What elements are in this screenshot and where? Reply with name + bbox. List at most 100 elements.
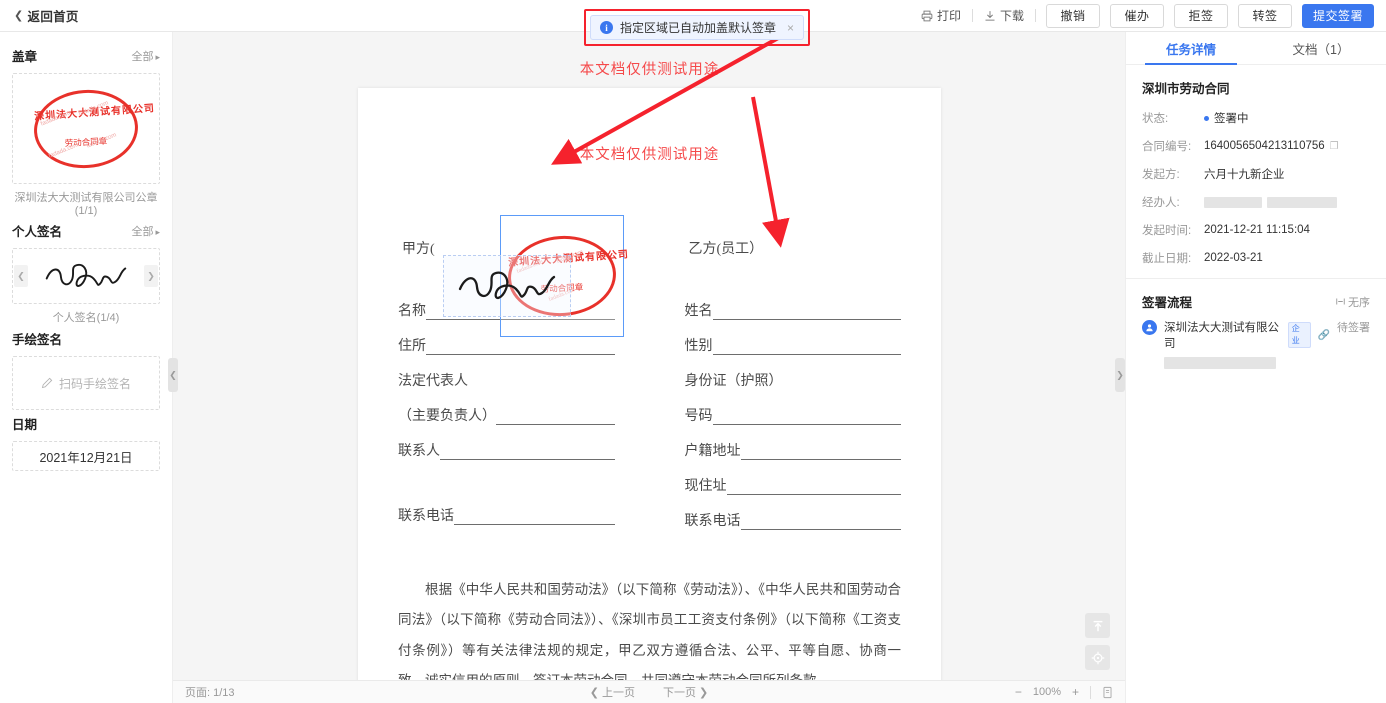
detail-initiator-key: 发起方: bbox=[1142, 169, 1180, 181]
status-badge: 签署中 bbox=[1214, 113, 1249, 125]
field-line-household[interactable] bbox=[740, 447, 901, 460]
detail-handler-key: 经办人: bbox=[1142, 197, 1180, 209]
field-line-address[interactable] bbox=[426, 342, 615, 355]
sidebar-collapse-handle[interactable]: ❮ bbox=[168, 358, 178, 392]
signer-type-tag: 企业 bbox=[1287, 322, 1311, 348]
field-label-phone: 联系电话 bbox=[398, 509, 454, 524]
submit-sign-button[interactable]: 提交签署 bbox=[1302, 3, 1374, 28]
info-icon: i bbox=[600, 21, 613, 34]
sign-flow-main: 深圳法大大测试有限公司 企业 🔗 bbox=[1164, 319, 1330, 369]
field-label-b-phone: 联系电话 bbox=[684, 514, 741, 529]
field-party-a-address: 住所 bbox=[398, 335, 615, 355]
field-party-a-phone: 联系电话 bbox=[398, 505, 615, 525]
field-label-contact: 联系人 bbox=[398, 444, 440, 459]
sign-flow-row: 深圳法大大测试有限公司 企业 🔗 待签署 bbox=[1126, 319, 1386, 369]
scan-to-handwrite-card[interactable]: 扫码手绘签名 bbox=[12, 356, 160, 410]
party-columns: 甲方( 深圳法大大测试有限公司 劳动合同章 fadada.com fadada.… bbox=[398, 215, 901, 545]
prev-page-label: 上一页 bbox=[602, 687, 635, 699]
field-line-id-number[interactable] bbox=[712, 412, 901, 425]
urge-button[interactable]: 催办 bbox=[1110, 3, 1164, 28]
right-panel-collapse-handle[interactable]: ❯ bbox=[1115, 358, 1125, 392]
zoom-out-button[interactable]: − bbox=[1015, 685, 1022, 699]
field-party-b-current-address: 现住址 bbox=[684, 475, 901, 495]
download-button[interactable]: 下载 bbox=[973, 7, 1035, 24]
field-label-gender: 性别 bbox=[684, 339, 713, 354]
next-page-button[interactable]: 下一页 ❯ bbox=[663, 684, 708, 700]
toolbar-divider-2 bbox=[1035, 9, 1036, 22]
detail-status: 状态: 签署中 bbox=[1142, 110, 1370, 126]
link-icon[interactable]: 🔗 bbox=[1318, 330, 1330, 341]
locate-field-button[interactable] bbox=[1085, 645, 1110, 670]
signature-prev-button[interactable]: ❮ bbox=[14, 265, 28, 287]
detail-initiate-time: 发起时间: 2021-12-21 11:15:04 bbox=[1142, 222, 1370, 238]
contract-title: 深圳市劳动合同 bbox=[1142, 82, 1230, 96]
right-panel-tabs: 任务详情 文档（1） bbox=[1126, 32, 1386, 65]
field-line-phone[interactable] bbox=[454, 512, 615, 525]
back-to-home-button[interactable]: ❮ 返回首页 bbox=[14, 6, 79, 25]
field-line-contact[interactable] bbox=[440, 447, 615, 460]
copy-icon[interactable]: ❐ bbox=[1330, 141, 1339, 152]
scroll-to-top-button[interactable] bbox=[1085, 613, 1110, 638]
party-b-label: 乙方(员工） bbox=[688, 242, 764, 257]
document-scroll-area[interactable]: 本文档仅供测试用途 本文档仅供测试用途 甲方( 深圳法大大测试有限公司 劳动合同… bbox=[173, 32, 1125, 680]
tab-task-details[interactable]: 任务详情 bbox=[1126, 32, 1256, 64]
field-line-b-phone[interactable] bbox=[740, 517, 901, 530]
detail-deadline-value: 2022-03-21 bbox=[1204, 252, 1263, 264]
person-icon bbox=[1146, 324, 1153, 332]
field-party-b-phone: 联系电话 bbox=[684, 510, 901, 530]
date-card[interactable]: 2021年12月21日 bbox=[12, 441, 160, 471]
watermark-above-page: 本文档仅供测试用途 bbox=[579, 62, 720, 78]
detail-status-key: 状态: bbox=[1142, 113, 1169, 125]
detail-initiate-time-value: 2021-12-21 11:15:04 bbox=[1204, 224, 1310, 236]
redacted-block-2 bbox=[1267, 196, 1337, 208]
sign-flow-order-label: 无序 bbox=[1348, 296, 1370, 309]
seal-card[interactable]: 深圳法大大测试有限公司 劳动合同章 fadada.com fadada.com … bbox=[12, 73, 160, 184]
field-line-principal[interactable] bbox=[496, 412, 615, 425]
print-button[interactable]: 打印 bbox=[910, 7, 972, 24]
back-to-home-label: 返回首页 bbox=[27, 10, 79, 24]
transfer-sign-button[interactable]: 转签 bbox=[1238, 3, 1292, 28]
right-panel: 任务详情 文档（1） 深圳市劳动合同 状态: 签署中 合同编号: 1640056… bbox=[1125, 32, 1386, 703]
detail-handler: 经办人: bbox=[1142, 194, 1370, 210]
field-line-gender[interactable] bbox=[712, 342, 901, 355]
personal-signature-card[interactable]: ❮ ❯ bbox=[12, 248, 160, 304]
prev-page-button[interactable]: ❮ 上一页 bbox=[590, 684, 635, 700]
close-icon[interactable]: × bbox=[787, 21, 794, 35]
notification-highlight-box: i 指定区域已自动加盖默认签章 × bbox=[584, 9, 811, 46]
field-label-principal: （主要负责人） bbox=[398, 409, 496, 424]
seal-section-all-link[interactable]: 全部 ▸ bbox=[131, 48, 160, 64]
field-label-address: 住所 bbox=[398, 339, 426, 354]
signature-next-button[interactable]: ❯ bbox=[144, 265, 158, 287]
sign-flow-order: 无序 bbox=[1336, 294, 1370, 310]
tab-documents[interactable]: 文档（1） bbox=[1256, 32, 1386, 64]
signer-name: 深圳法大大测试有限公司 bbox=[1164, 322, 1279, 350]
viewer-status-bar: 页面: 1/13 ❮ 上一页 下一页 ❯ − 100% + bbox=[173, 680, 1125, 703]
hand-sign-title: 手绘签名 bbox=[12, 333, 63, 347]
field-line-current-address[interactable] bbox=[726, 482, 901, 495]
reject-sign-button[interactable]: 拒签 bbox=[1174, 3, 1228, 28]
field-party-b-name: 姓名 bbox=[685, 300, 901, 320]
toolbar-actions: 打印 下载 撤销 催办 拒签 转签 提交签署 bbox=[910, 3, 1374, 28]
field-line-b-name[interactable] bbox=[712, 307, 901, 320]
sign-flow-title: 签署流程 bbox=[1142, 296, 1193, 310]
download-label: 下载 bbox=[999, 9, 1024, 23]
personal-sign-all-label: 全部 bbox=[131, 225, 154, 238]
zoom-in-button[interactable]: + bbox=[1072, 685, 1079, 699]
field-label-current-address: 现住址 bbox=[684, 479, 727, 494]
scan-to-handwrite-label: 扫码手绘签名 bbox=[58, 376, 131, 391]
fit-page-icon[interactable] bbox=[1102, 686, 1113, 699]
seal-ellipse bbox=[31, 85, 141, 172]
revoke-button[interactable]: 撤销 bbox=[1046, 3, 1100, 28]
seal-all-label: 全部 bbox=[131, 50, 154, 63]
document-viewer: 本文档仅供测试用途 本文档仅供测试用途 甲方( 深圳法大大测试有限公司 劳动合同… bbox=[173, 32, 1125, 703]
document-paragraph: 根据《中华人民共和国劳动法》（以下简称《劳动法》）、《中华人民共和国劳动合同法》… bbox=[398, 582, 901, 680]
field-label-name: 名称 bbox=[398, 304, 426, 319]
download-icon bbox=[985, 10, 995, 21]
chevron-right-icon-2: ▸ bbox=[155, 226, 160, 237]
placed-personal-signature[interactable] bbox=[443, 255, 571, 317]
detail-handler-value bbox=[1204, 196, 1337, 208]
personal-sign-all-link[interactable]: 全部 ▸ bbox=[131, 223, 160, 239]
detail-contract-number: 合同编号: 1640056504213110756 ❐ bbox=[1142, 138, 1370, 154]
company-seal-graphic: 深圳法大大测试有限公司 劳动合同章 fadada.com fadada.com … bbox=[31, 85, 155, 172]
document-page[interactable]: 本文档仅供测试用途 甲方( 深圳法大大测试有限公司 劳动合同章 fadada.c… bbox=[358, 88, 941, 680]
